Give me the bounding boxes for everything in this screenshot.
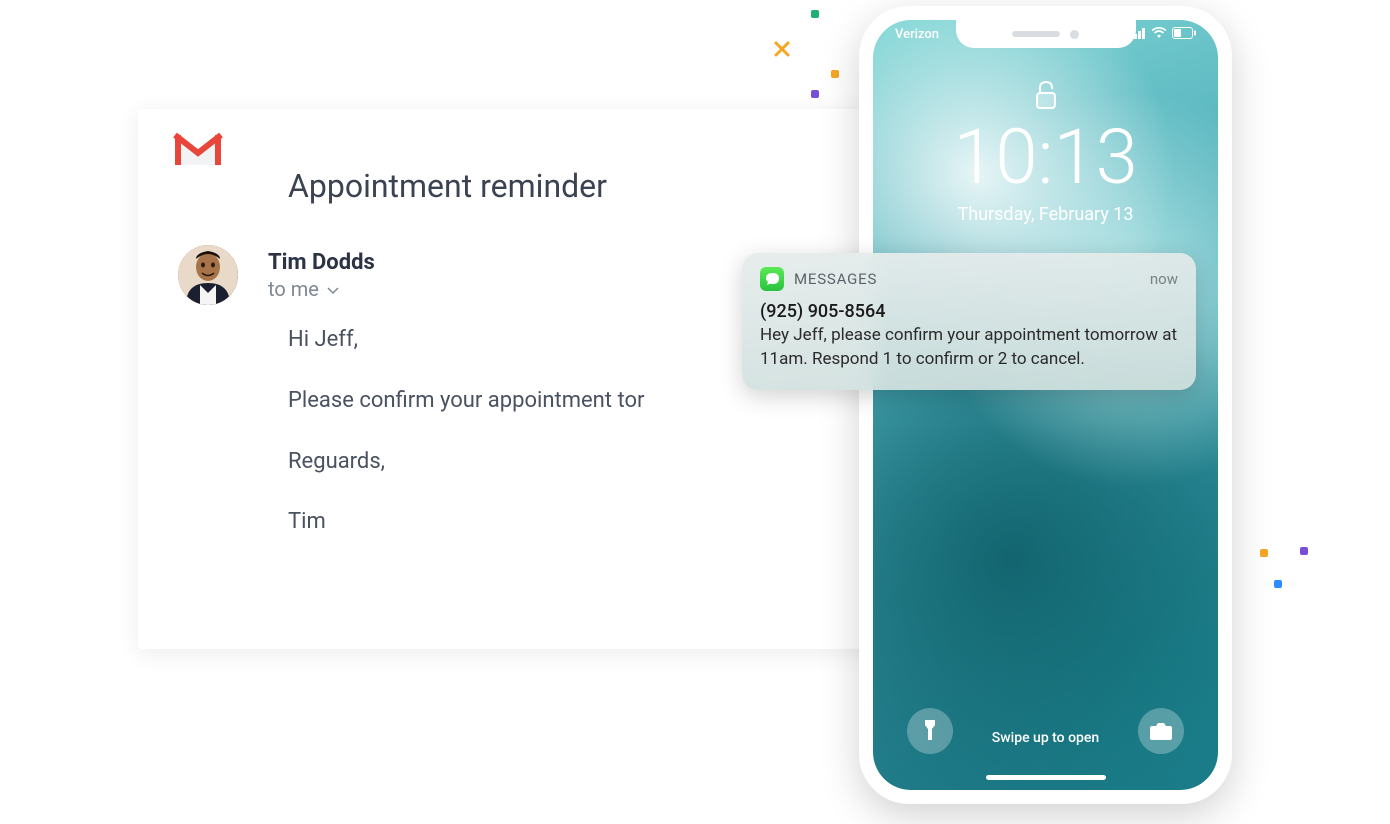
messages-app-icon — [760, 267, 784, 291]
notification-sender: (925) 905-8564 — [760, 301, 1178, 322]
phone-mockup: Verizon 10:13 Thursday, F — [859, 6, 1232, 804]
sms-notification[interactable]: MESSAGES now (925) 905-8564 Hey Jeff, pl… — [742, 253, 1196, 390]
chevron-down-icon — [327, 276, 339, 300]
recipient-dropdown[interactable]: to me — [268, 277, 375, 301]
battery-icon — [1172, 27, 1196, 43]
carrier-label: Verizon — [895, 27, 939, 43]
home-indicator[interactable] — [986, 775, 1106, 780]
notification-timestamp: now — [1150, 270, 1178, 288]
notification-body: Hey Jeff, please confirm your appointmen… — [760, 324, 1178, 372]
email-signature: Tim — [288, 507, 868, 538]
email-signoff: Reguards, — [288, 447, 868, 478]
phone-notch — [956, 20, 1136, 48]
sender-avatar — [178, 245, 238, 305]
lockscreen-date: Thursday, February 13 — [873, 204, 1218, 225]
lockscreen-time: 10:13 — [873, 112, 1218, 202]
wifi-icon — [1151, 27, 1167, 43]
lock-icon — [1035, 80, 1057, 114]
sender-name: Tim Dodds — [268, 250, 375, 275]
notification-app-name: MESSAGES — [794, 270, 877, 288]
swipe-hint: Swipe up to open — [873, 730, 1218, 746]
decorative-x-icon — [770, 37, 794, 61]
email-body-line: Please confirm your appointment tor — [288, 386, 868, 417]
email-subject: Appointment reminder — [288, 167, 868, 205]
phone-lockscreen: Verizon 10:13 Thursday, F — [873, 20, 1218, 790]
recipient-text: to me — [268, 277, 319, 301]
gmail-icon — [172, 129, 224, 169]
